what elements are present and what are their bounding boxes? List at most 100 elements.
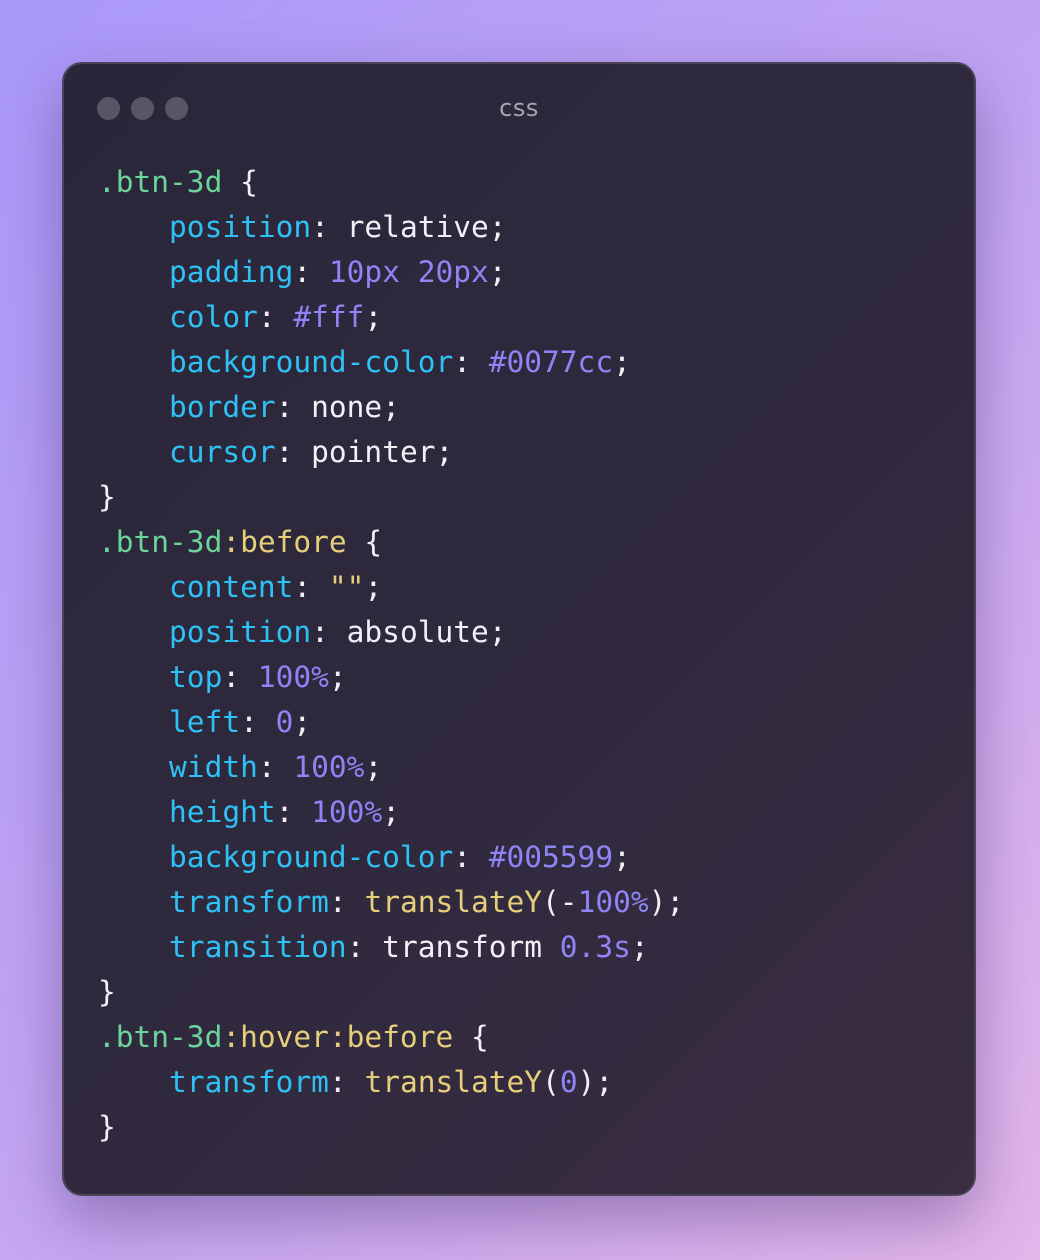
code-line: position: relative; [98,205,954,250]
code-line: cursor: pointer; [98,430,954,475]
code-line: } [98,1105,954,1150]
code-line: .btn-3d:before { [98,520,954,565]
code-token: : [293,255,329,289]
code-token: : [257,750,294,784]
code-line: transform: translateY(-100%); [98,880,954,925]
code-token: cursor [169,435,276,469]
code-token: } [98,1110,116,1144]
code-token: : pointer; [275,435,454,469]
code-token: : none; [275,390,400,424]
code-line: transform: translateY(0); [98,1060,954,1105]
code-token: 100% [311,795,383,829]
code-token: 100% [257,660,329,694]
code-token: ; [293,705,312,739]
code-line: } [98,970,954,1015]
code-token: ; [613,345,631,379]
code-token: ; [364,570,383,604]
code-token: :hover:before [222,1020,454,1054]
code-token: color [169,300,258,334]
code-token: translateY [364,1065,543,1099]
code-line: padding: 10px 20px; [98,250,954,295]
code-token: #0077cc [488,345,614,379]
code-token: position [169,210,312,244]
title-bar: css [64,64,974,156]
code-token: ; [364,300,383,334]
code-window: css .btn-3d { position: relative; paddin… [62,62,976,1196]
code-token: #fff [293,300,365,334]
code-token: : [275,795,312,829]
code-token: 100% [577,885,649,919]
code-token: : absolute; [311,615,507,649]
code-token: .btn-3d [98,525,223,559]
code-token: ); [648,885,685,919]
code-token: (- [542,885,578,919]
code-token: 100% [293,750,365,784]
code-token: background-color [169,345,454,379]
code-token: .btn-3d [98,165,223,199]
code-token: top [169,660,223,694]
code-token: height [169,795,276,829]
code-token: border [169,390,276,424]
code-token: 0.3s [559,930,631,964]
code-line: width: 100%; [98,745,954,790]
code-token: 0 [559,1065,578,1099]
code-token: transition [169,930,347,964]
code-token: 10px [328,255,400,289]
code-token: transform [169,1065,329,1099]
code-token: background-color [169,840,454,874]
code-token: padding [169,255,294,289]
code-line: .btn-3d:hover:before { [98,1015,954,1060]
code-token: : [293,570,329,604]
window-title: css [499,94,539,122]
code-token: content [169,570,294,604]
code-token: : [240,705,276,739]
code-token: transform [169,885,329,919]
code-line: } [98,475,954,520]
code-token: : transform [346,930,560,964]
code-line: color: #fff; [98,295,954,340]
code-token: } [98,975,116,1009]
code-token: { [222,165,258,199]
code-token: #005599 [488,840,614,874]
code-token: } [98,480,116,514]
code-token: ; [630,930,649,964]
code-token: ; [613,840,631,874]
code-token: width [169,750,258,784]
code-token: : [453,840,489,874]
code-token: : [453,345,489,379]
code-line: height: 100%; [98,790,954,835]
code-token: ); [577,1065,614,1099]
code-token: : [257,300,294,334]
code-line: top: 100%; [98,655,954,700]
code-token: position [169,615,312,649]
code-token: ; [382,795,400,829]
code-line: background-color: #005599; [98,835,954,880]
code-block: .btn-3d { position: relative; padding: 1… [98,160,954,1150]
code-token: ; [488,255,507,289]
code-token: translateY [364,885,543,919]
code-token: : [328,1065,365,1099]
code-token: : [328,885,365,919]
code-line: content: ""; [98,565,954,610]
code-token: ; [364,750,383,784]
code-line: .btn-3d { [98,160,954,205]
code-token: 20px [417,255,489,289]
code-line: background-color: #0077cc; [98,340,954,385]
code-line: transition: transform 0.3s; [98,925,954,970]
code-token: :before [222,525,347,559]
code-line: border: none; [98,385,954,430]
